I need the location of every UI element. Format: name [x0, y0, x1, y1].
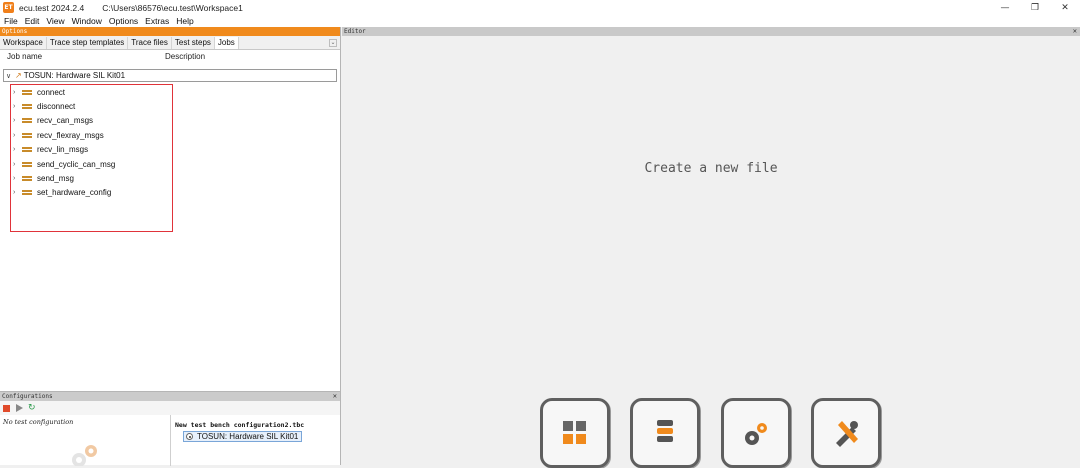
minimize-button[interactable]: —: [990, 0, 1020, 15]
tab-trace-step-templates[interactable]: Trace step templates: [47, 37, 129, 49]
configurations-toolbar: ↻: [0, 401, 340, 415]
job-label: recv_lin_msgs: [37, 145, 89, 155]
close-window-button[interactable]: ✕: [1050, 0, 1080, 15]
job-icon: [22, 175, 32, 182]
gear-icon: [72, 445, 97, 466]
list-item[interactable]: › recv_can_msgs: [13, 114, 93, 128]
root-job-label: TOSUN: Hardware SIL Kit01: [23, 71, 126, 80]
play-icon[interactable]: [16, 404, 23, 412]
job-icon: [22, 89, 32, 96]
job-label: send_msg: [37, 173, 74, 183]
job-list: › connect › disconnect › recv_can_msgs ›…: [10, 84, 173, 232]
editor-placeholder: Create a new file: [644, 161, 778, 176]
job-label: recv_can_msgs: [37, 116, 94, 126]
maximize-button[interactable]: ❐: [1020, 0, 1050, 15]
menu-window[interactable]: Window: [72, 16, 102, 26]
menu-extras[interactable]: Extras: [145, 16, 169, 26]
options-panel: Options Workspace Trace step templates T…: [0, 27, 341, 391]
menu-view[interactable]: View: [46, 16, 64, 26]
editor-panel: Editor ✕ Create a new file: [342, 27, 1080, 468]
job-label: recv_flexray_msgs: [37, 130, 104, 140]
tab-test-steps[interactable]: Test steps: [172, 37, 215, 49]
options-panel-header: Options: [0, 27, 340, 36]
app-title: ecu.test 2024.2.4: [19, 2, 85, 13]
job-label: send_cyclic_can_msg: [37, 159, 116, 169]
chevron-right-icon[interactable]: ›: [13, 132, 22, 139]
title-bar: ET ecu.test 2024.2.4 C:\Users\86576\ecu.…: [0, 0, 1080, 15]
bench-config-title: New test bench configuration2.tbc: [175, 421, 305, 429]
job-icon: [22, 161, 32, 168]
close-icon[interactable]: ✕: [333, 392, 337, 401]
chevron-right-icon[interactable]: ›: [13, 103, 22, 110]
list-item[interactable]: › send_cyclic_can_msg: [13, 157, 115, 171]
job-label: disconnect: [37, 101, 76, 111]
chevron-right-icon[interactable]: ›: [13, 175, 22, 182]
tools-tile[interactable]: [811, 398, 881, 468]
workspace-path: C:\Users\86576\ecu.test\Workspace1: [102, 2, 243, 13]
close-icon[interactable]: ✕: [1073, 27, 1077, 36]
tools-icon: [836, 421, 858, 447]
job-icon: [22, 132, 32, 139]
bench-config-item[interactable]: TOSUN: Hardware SIL Kit01: [183, 431, 303, 442]
job-table-header: Job name Description: [0, 50, 340, 63]
menu-edit[interactable]: Edit: [25, 16, 40, 26]
list-item[interactable]: › connect: [13, 85, 65, 99]
stop-icon[interactable]: [3, 404, 10, 412]
grid-icon: [563, 421, 586, 444]
col-job-name[interactable]: Job name: [7, 52, 165, 61]
database-icon: [657, 420, 673, 442]
chevron-down-icon[interactable]: ∨: [6, 72, 15, 80]
new-configuration-tile[interactable]: [721, 398, 791, 468]
list-item[interactable]: › send_msg: [13, 171, 74, 185]
configurations-panel-title: Configurations: [2, 393, 53, 400]
tab-trace-files[interactable]: Trace files: [128, 37, 172, 49]
chevron-right-icon[interactable]: ›: [13, 89, 22, 96]
menu-help[interactable]: Help: [176, 16, 193, 26]
bench-config-label: TOSUN: Hardware SIL Kit01: [197, 432, 299, 441]
job-root-row[interactable]: ∨ ↗ TOSUN: Hardware SIL Kit01: [3, 69, 337, 82]
window-controls: — ❐ ✕: [990, 0, 1080, 15]
menu-file[interactable]: File: [4, 16, 18, 26]
refresh-icon[interactable]: ↻: [28, 403, 36, 413]
menu-options[interactable]: Options: [109, 16, 138, 26]
job-icon: [22, 189, 32, 196]
list-item[interactable]: › recv_flexray_msgs: [13, 128, 104, 142]
options-panel-title: Options: [2, 28, 28, 35]
tab-workspace[interactable]: Workspace: [0, 37, 47, 49]
radio-icon[interactable]: [186, 433, 193, 440]
options-tabs: Workspace Trace step templates Trace fil…: [0, 36, 340, 50]
chevron-right-icon[interactable]: ›: [13, 161, 22, 168]
job-label: connect: [37, 87, 66, 97]
job-icon: [22, 103, 32, 110]
job-icon: [22, 146, 32, 153]
list-item[interactable]: › recv_lin_msgs: [13, 143, 88, 157]
job-label: set_hardware_config: [37, 188, 112, 198]
configurations-panel-header: Configurations ✕: [0, 392, 340, 401]
list-item[interactable]: › disconnect: [13, 99, 75, 113]
list-item[interactable]: › set_hardware_config: [13, 186, 111, 200]
chevron-right-icon[interactable]: ›: [13, 117, 22, 124]
tab-jobs[interactable]: Jobs: [214, 37, 239, 49]
configurations-panel: Configurations ✕ ↻ No test configuration…: [0, 391, 341, 466]
chevron-right-icon[interactable]: ›: [13, 189, 22, 196]
job-icon: [22, 117, 32, 124]
wrench-icon: ↗: [15, 71, 22, 80]
chevron-right-icon[interactable]: ›: [13, 146, 22, 153]
new-package-tile[interactable]: [540, 398, 610, 468]
app-icon: ET: [3, 2, 14, 13]
editor-panel-title: Editor: [344, 28, 366, 35]
col-description[interactable]: Description: [165, 52, 205, 61]
no-config-text: No test configuration: [3, 418, 74, 426]
settings-icon: [745, 423, 767, 445]
new-project-tile[interactable]: [630, 398, 700, 468]
menu-bar: File Edit View Window Options Extras Hel…: [0, 15, 1080, 27]
tabs-dropdown-icon[interactable]: ⌄: [329, 39, 337, 47]
test-configuration-area: No test configuration: [0, 415, 171, 466]
editor-panel-header: Editor ✕: [342, 27, 1080, 36]
